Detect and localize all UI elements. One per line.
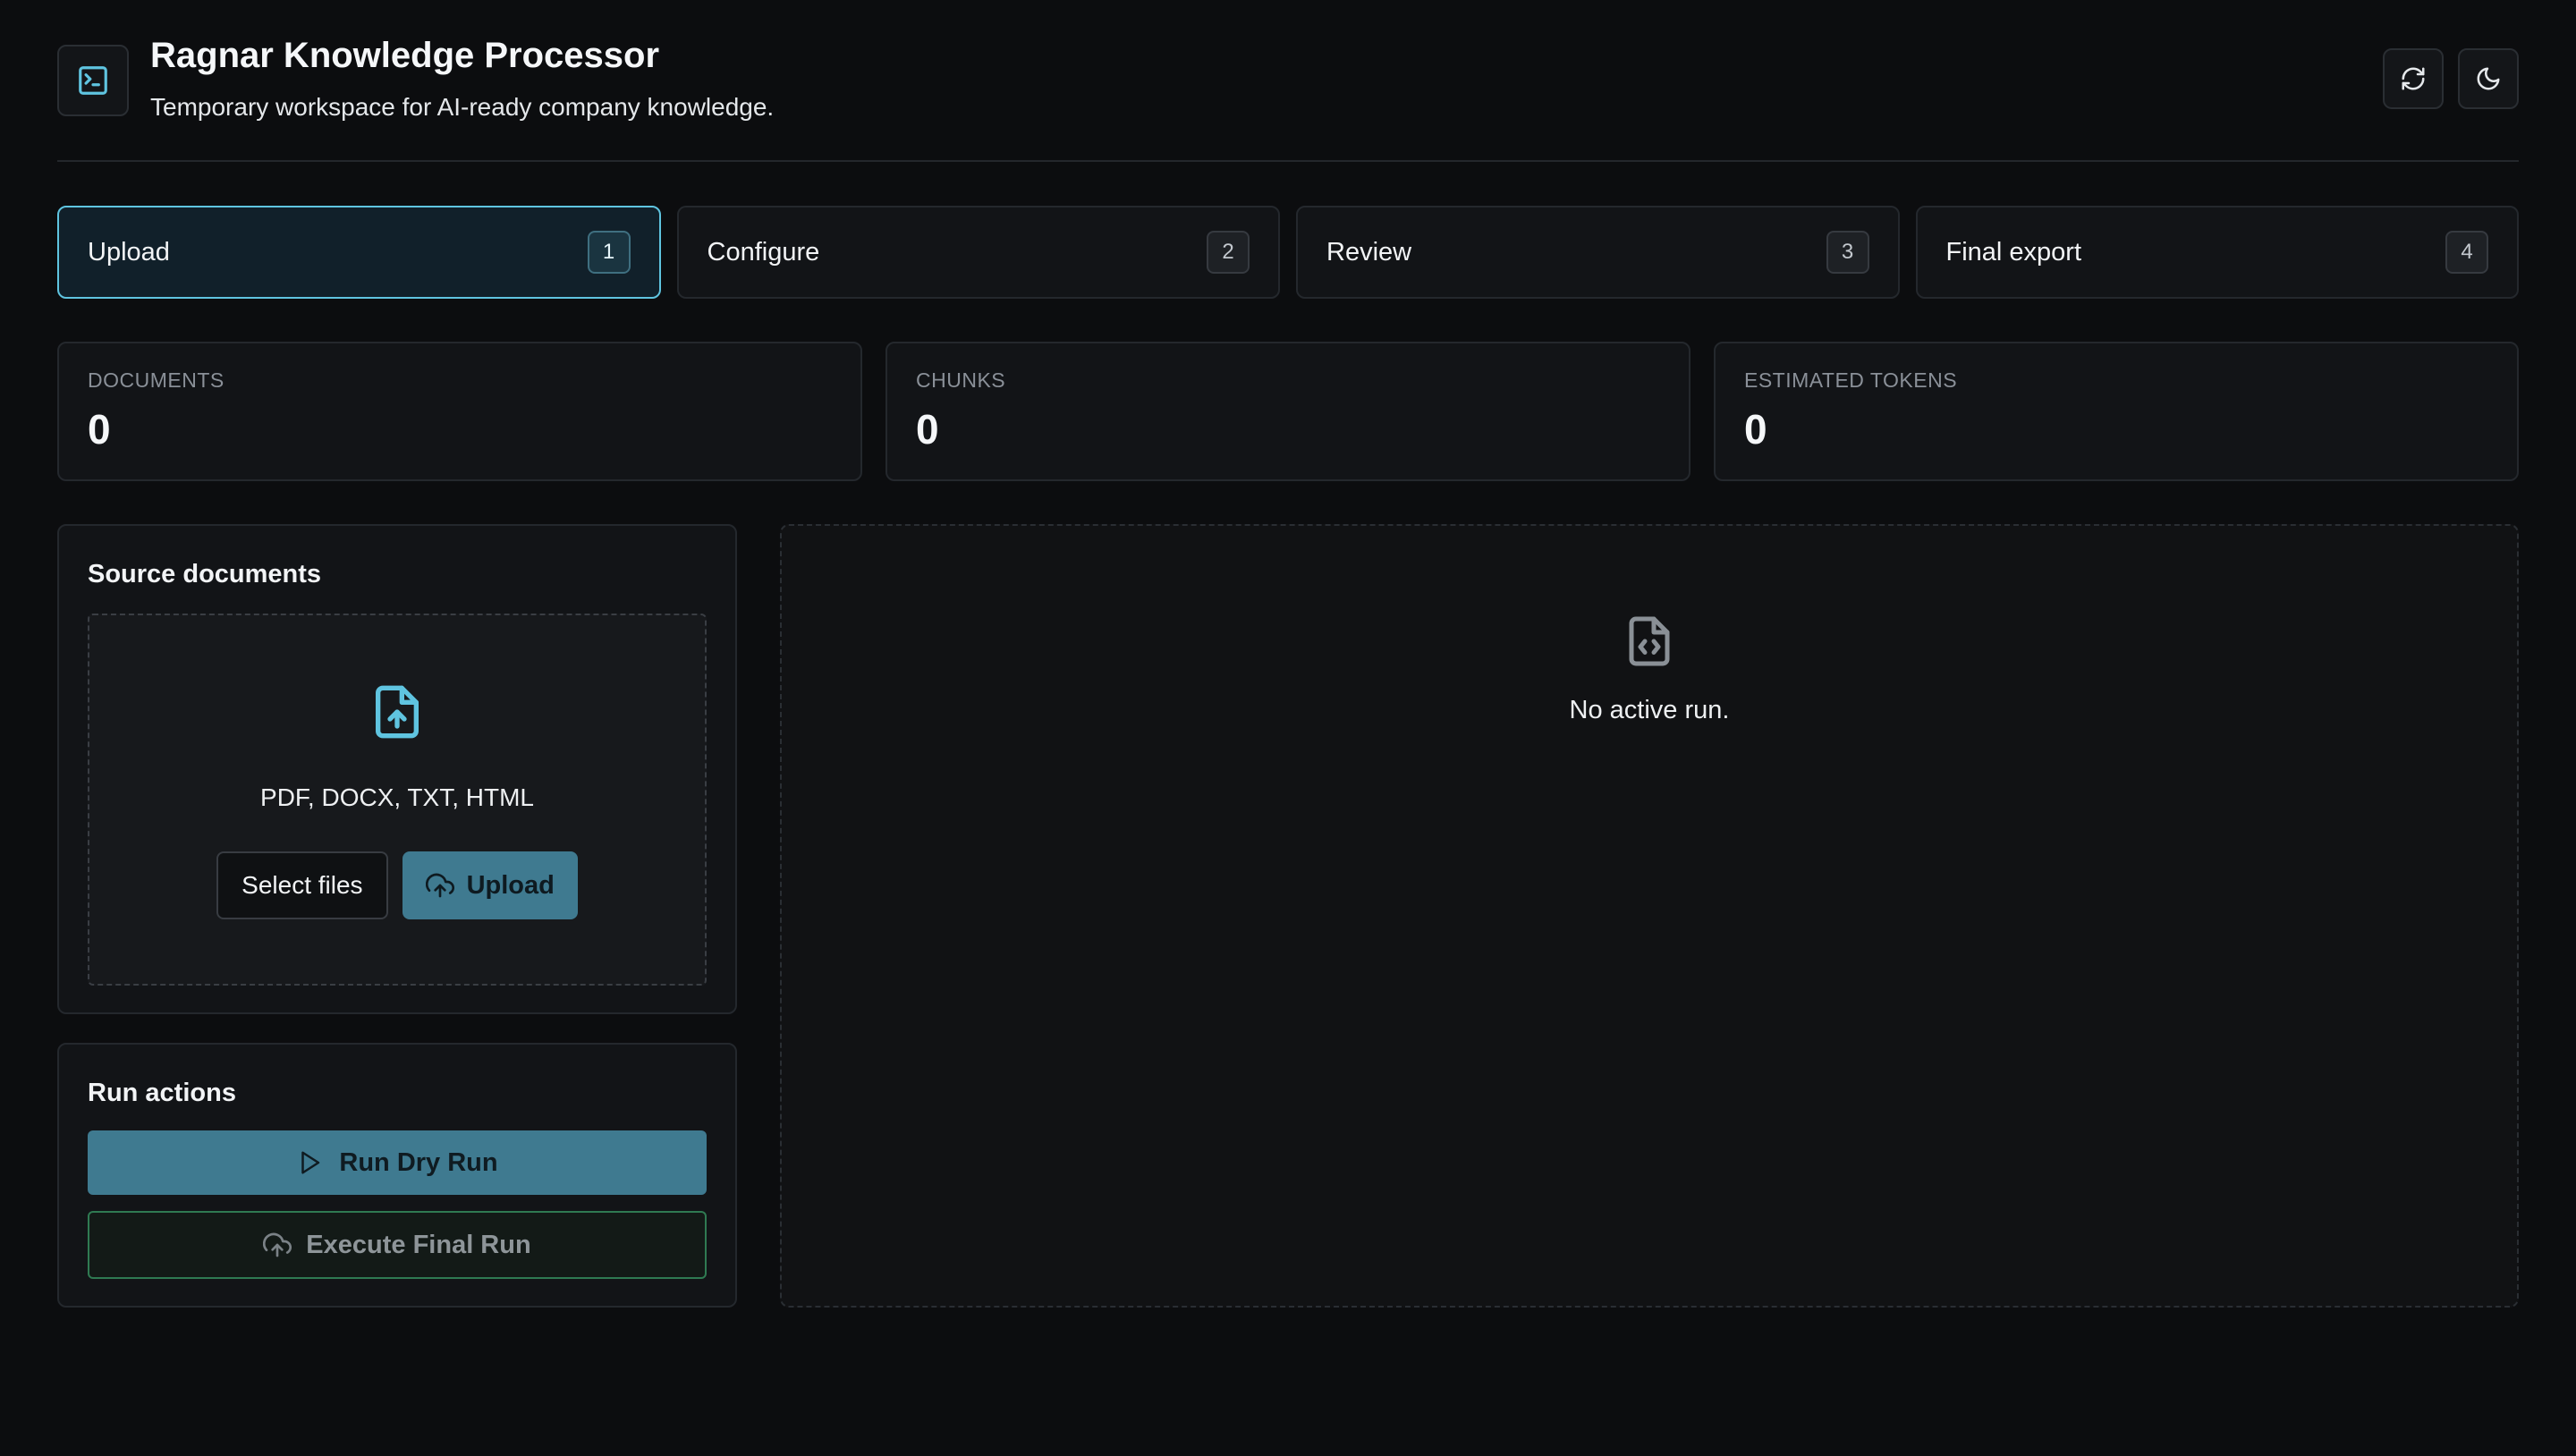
step-upload[interactable]: Upload 1	[57, 206, 661, 299]
empty-state-text: No active run.	[1569, 696, 1730, 724]
app-logo	[57, 45, 129, 116]
dropzone-actions: Select files Upload	[89, 851, 705, 919]
stat-label: ESTIMATED TOKENS	[1744, 368, 1958, 392]
file-code-icon	[1629, 616, 1670, 666]
page-title: Ragnar Knowledge Processor	[150, 36, 660, 75]
app-header: Ragnar Knowledge Processor Temporary wor…	[57, 0, 2519, 162]
run-dry-run-button[interactable]: Run Dry Run	[88, 1130, 707, 1195]
upload-button[interactable]: Upload	[402, 851, 578, 919]
source-documents-panel: Source documents PDF, DOCX, TXT, HTML Se…	[57, 524, 737, 1014]
step-label: Final export	[1945, 237, 2082, 267]
stat-label: CHUNKS	[916, 368, 1006, 392]
stat-label: DOCUMENTS	[88, 368, 225, 392]
play-icon	[301, 1151, 320, 1174]
run-dry-run-label: Run Dry Run	[339, 1147, 498, 1177]
step-number-badge: 1	[587, 231, 631, 274]
step-number-badge: 4	[2445, 231, 2488, 274]
step-configure[interactable]: Configure 2	[676, 206, 1280, 299]
file-upload-icon	[376, 685, 419, 739]
cloud-upload-icon	[425, 873, 454, 898]
step-label: Configure	[707, 237, 820, 267]
step-tabs: Upload 1 Configure 2 Review 3 Final expo…	[57, 206, 2519, 299]
stat-documents: DOCUMENTS 0	[57, 342, 862, 481]
step-label: Upload	[88, 237, 170, 267]
run-view-panel: No active run.	[780, 524, 2519, 1308]
stat-value: 0	[1744, 406, 1767, 453]
step-final-export[interactable]: Final export 4	[1915, 206, 2519, 299]
execute-final-run-label: Execute Final Run	[306, 1230, 531, 1259]
stats-row: DOCUMENTS 0 CHUNKS 0 ESTIMATED TOKENS 0	[57, 342, 2519, 481]
refresh-icon	[2402, 67, 2425, 90]
step-review[interactable]: Review 3	[1296, 206, 1900, 299]
panel-title: Run actions	[88, 1079, 236, 1107]
execute-final-run-button[interactable]: Execute Final Run	[88, 1211, 707, 1279]
step-label: Review	[1326, 237, 1412, 267]
moon-icon	[2477, 67, 2500, 90]
stat-estimated-tokens: ESTIMATED TOKENS 0	[1714, 342, 2519, 481]
cloud-upload-icon	[263, 1232, 292, 1257]
panel-title: Source documents	[88, 560, 322, 588]
run-actions-panel: Run actions Run Dry Run Execute Final Ru…	[57, 1043, 737, 1308]
app-root: Ragnar Knowledge Processor Temporary wor…	[0, 0, 2576, 1456]
page-subtitle: Temporary workspace for AI-ready company…	[150, 93, 775, 121]
step-number-badge: 2	[1207, 231, 1250, 274]
supported-formats: PDF, DOCX, TXT, HTML	[260, 783, 534, 811]
step-number-badge: 3	[1826, 231, 1869, 274]
theme-toggle-button[interactable]	[2458, 48, 2519, 109]
file-dropzone[interactable]: PDF, DOCX, TXT, HTML Select files Upload	[88, 614, 707, 986]
stat-chunks: CHUNKS 0	[886, 342, 1690, 481]
stat-value: 0	[88, 406, 111, 453]
select-files-button[interactable]: Select files	[216, 851, 388, 919]
terminal-icon	[79, 66, 107, 95]
upload-button-label: Upload	[466, 870, 555, 900]
stat-value: 0	[916, 406, 939, 453]
refresh-button[interactable]	[2383, 48, 2444, 109]
